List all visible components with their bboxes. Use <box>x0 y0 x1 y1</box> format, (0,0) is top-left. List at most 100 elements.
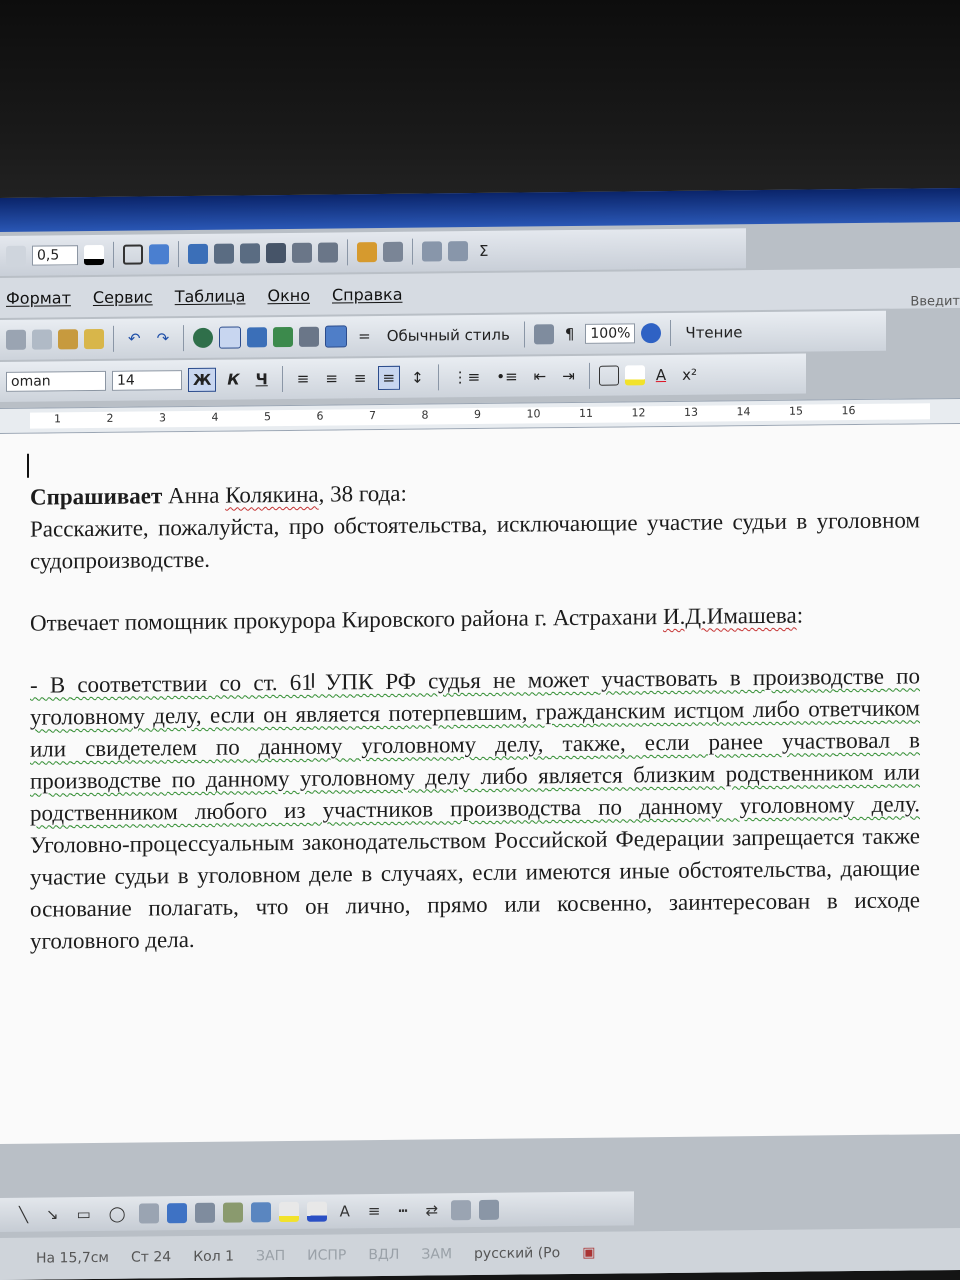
line-width-select[interactable]: 0,5 <box>32 245 78 266</box>
text-direction-icon[interactable] <box>383 241 403 262</box>
status-language[interactable]: русский (Ро <box>474 1245 560 1262</box>
bold-button[interactable]: Ж <box>188 367 217 393</box>
menu-table[interactable]: Таблица <box>175 286 246 306</box>
insert-excel-icon[interactable] <box>273 326 294 348</box>
align-icon[interactable] <box>266 243 286 264</box>
sort-ascending-icon[interactable] <box>422 241 442 262</box>
question-text: Расскажите, пожалуйста, про обстоятельст… <box>30 507 920 574</box>
show-formatting-icon[interactable]: ¶ <box>560 322 580 346</box>
status-bar: На 15,7см Ст 24 Кол 1 ЗАП ИСПР ВДЛ ЗАМ р… <box>0 1227 960 1280</box>
arrow-style-icon[interactable]: ⇄ <box>420 1198 443 1222</box>
arrow-icon[interactable]: ↘ <box>41 1202 64 1226</box>
menu-tools[interactable]: Сервис <box>93 287 153 307</box>
status-track-changes[interactable]: ИСПР <box>307 1247 346 1263</box>
document-body[interactable]: Спрашивает Анна Колякина, 38 года: Расск… <box>30 472 920 957</box>
distribute-rows-icon[interactable] <box>292 242 312 263</box>
ruler-tick: 3 <box>159 411 166 425</box>
align-right-icon[interactable]: ≡ <box>349 366 372 390</box>
undo-icon[interactable]: ↶ <box>123 326 146 350</box>
sort-descending-icon[interactable] <box>448 241 468 262</box>
split-cells-icon[interactable] <box>240 243 260 264</box>
line-style-icon[interactable]: ≡ <box>363 1199 386 1223</box>
line-spacing-icon[interactable]: ↕ <box>406 366 429 390</box>
tables-borders-toolbar: 0,5 Σ <box>0 228 746 276</box>
increase-indent-icon[interactable]: ⇥ <box>557 364 580 388</box>
align-left-icon[interactable]: ≡ <box>292 367 315 391</box>
ruler-tick: 2 <box>106 411 114 425</box>
status-extend[interactable]: ВДЛ <box>368 1247 399 1263</box>
line-style-icon[interactable] <box>6 245 26 266</box>
insert-table-icon[interactable] <box>247 327 268 348</box>
align-center-icon[interactable]: ≡ <box>320 366 343 390</box>
dash-style-icon[interactable]: ┅ <box>393 1199 412 1223</box>
fill-color-icon[interactable] <box>278 1201 299 1223</box>
outside-border-icon[interactable] <box>123 244 143 265</box>
spelling-status-icon[interactable]: ▣ <box>582 1245 595 1261</box>
font-name-select[interactable]: oman <box>6 370 106 392</box>
status-line: Ст 24 <box>131 1249 172 1266</box>
autosum-icon[interactable]: Σ <box>474 239 493 263</box>
autoformat-icon[interactable] <box>357 242 377 263</box>
menu-help[interactable]: Справка <box>332 284 403 304</box>
help-search-box[interactable]: Введит <box>910 294 960 310</box>
ruler-tick: 7 <box>369 409 376 423</box>
superscript-button[interactable]: x² <box>677 363 702 387</box>
menu-window[interactable]: Окно <box>267 285 310 304</box>
style-select[interactable]: Обычный стиль <box>382 323 515 348</box>
border-color-icon[interactable] <box>84 244 104 266</box>
merge-cells-icon[interactable] <box>214 243 234 264</box>
drawing-icon[interactable] <box>325 325 348 348</box>
answer-body-rest: Уголовно-процессуальным законодательство… <box>30 823 920 954</box>
toolbar-separator <box>437 364 439 391</box>
italic-button[interactable]: К <box>222 367 244 391</box>
picture-icon[interactable] <box>250 1202 271 1223</box>
distribute-columns-icon[interactable] <box>318 242 338 263</box>
rectangle-icon[interactable]: ▭ <box>72 1202 96 1226</box>
format-painter-icon[interactable] <box>84 328 104 350</box>
underline-button[interactable]: Ч <box>251 367 273 391</box>
ruler-tick: 11 <box>579 406 593 420</box>
document-page[interactable]: I Спрашивает Анна Колякина, 38 года: Рас… <box>0 423 960 1144</box>
font-size-select[interactable]: 14 <box>112 370 182 391</box>
font-color-icon[interactable]: A <box>335 1199 355 1223</box>
insert-table-icon[interactable] <box>188 243 208 265</box>
bullets-icon[interactable]: •≡ <box>491 365 522 389</box>
answer-colon: : <box>796 602 804 628</box>
shading-color-icon[interactable] <box>149 244 169 265</box>
numbering-icon[interactable]: ⋮≡ <box>448 365 486 389</box>
decrease-indent-icon[interactable]: ⇤ <box>529 364 552 388</box>
redo-icon[interactable]: ↷ <box>152 326 175 350</box>
hyperlink-icon[interactable] <box>193 327 214 348</box>
clipart-icon[interactable] <box>222 1202 243 1223</box>
zoom-select[interactable]: 100% <box>585 323 636 344</box>
style-equals-icon: = <box>358 327 371 346</box>
help-icon[interactable] <box>641 323 662 344</box>
font-color-icon[interactable]: A <box>651 363 671 387</box>
line-color-icon[interactable] <box>306 1201 327 1222</box>
textbox-icon[interactable] <box>138 1203 159 1224</box>
document-map-icon[interactable] <box>533 324 554 345</box>
cut-icon[interactable] <box>6 329 26 350</box>
ruler-tick: 10 <box>526 407 541 421</box>
ruler-tick: 5 <box>264 410 271 424</box>
borders-icon[interactable] <box>598 365 619 386</box>
reading-mode-button[interactable]: Чтение <box>680 320 747 345</box>
shadow-icon[interactable] <box>451 1200 472 1221</box>
menu-format[interactable]: Формат <box>6 288 71 308</box>
3d-icon[interactable] <box>479 1199 500 1220</box>
toolbar-separator <box>347 239 348 266</box>
tables-borders-icon[interactable] <box>219 326 242 349</box>
paste-icon[interactable] <box>58 329 78 350</box>
ruler-tick: 13 <box>684 405 698 419</box>
status-record[interactable]: ЗАП <box>256 1248 285 1264</box>
highlight-icon[interactable] <box>624 365 645 386</box>
ruler-tick: 12 <box>631 406 646 420</box>
diagram-icon[interactable] <box>194 1202 215 1223</box>
status-overtype[interactable]: ЗАМ <box>421 1246 452 1262</box>
justify-icon[interactable]: ≡ <box>377 365 401 391</box>
oval-icon[interactable]: ◯ <box>104 1202 131 1226</box>
wordart-icon[interactable] <box>166 1203 187 1224</box>
line-icon[interactable]: ╲ <box>14 1203 33 1227</box>
columns-icon[interactable] <box>299 326 320 347</box>
copy-icon[interactable] <box>32 329 52 350</box>
